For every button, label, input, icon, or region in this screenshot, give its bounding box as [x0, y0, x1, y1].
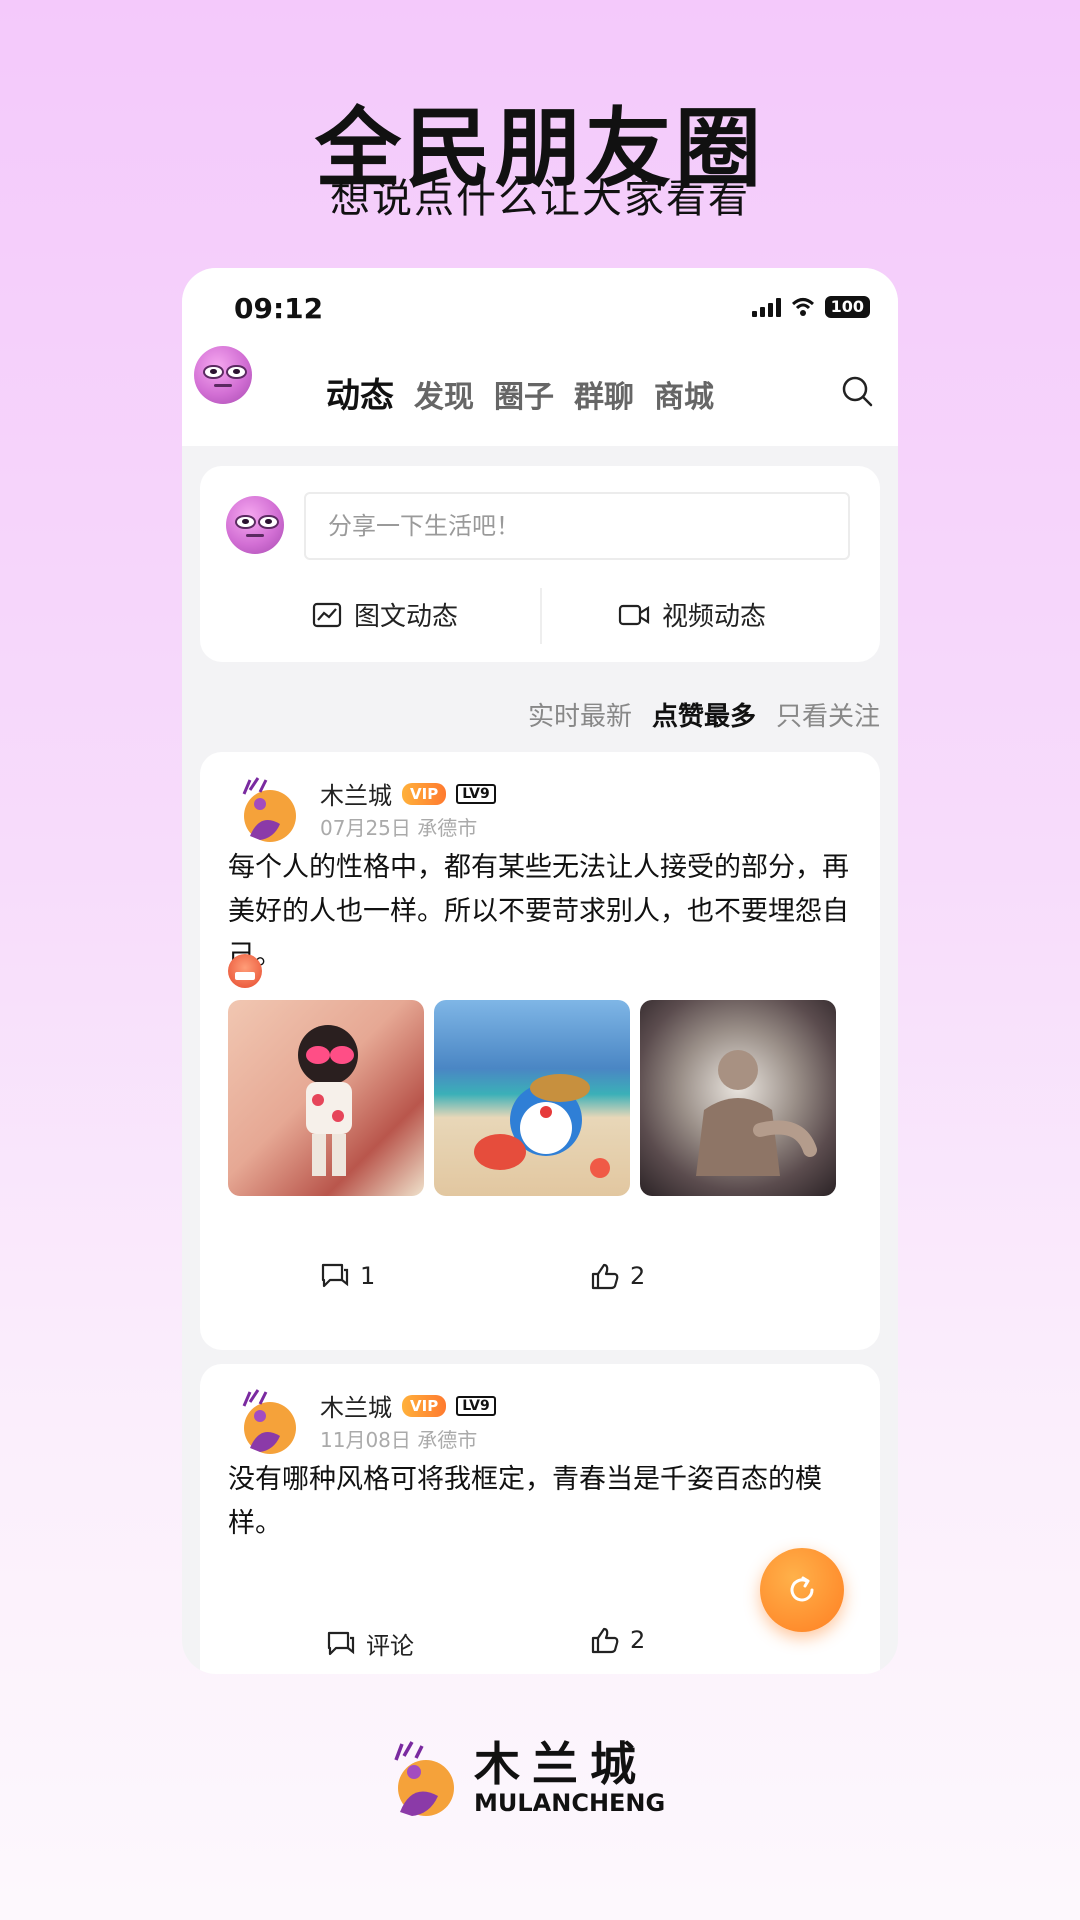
video-camera-icon	[618, 604, 650, 625]
tab-faxian[interactable]: 发现	[414, 372, 474, 416]
vip-badge: VIP	[402, 782, 447, 805]
filter-most-liked[interactable]: 点赞最多	[652, 696, 756, 733]
post-image-2[interactable]	[434, 1000, 630, 1196]
like-button[interactable]: 2	[590, 1626, 645, 1654]
tab-shangcheng[interactable]: 商城	[654, 372, 714, 416]
post-image-1[interactable]	[228, 1000, 424, 1196]
feed-filter: 实时最新 点赞最多 只看关注	[528, 696, 880, 733]
cartoon-boy-image	[298, 1025, 358, 1176]
refresh-button[interactable]	[760, 1548, 844, 1632]
post-date: 07月25日	[320, 816, 411, 840]
composer-avatar	[226, 496, 284, 554]
post-meta: 07月25日 承德市	[320, 812, 477, 841]
image-post-label: 图文动态	[354, 602, 459, 632]
brand-footer: 木兰城 MULANCHENG	[382, 1738, 665, 1818]
comment-label: 评论	[366, 1632, 414, 1660]
thumbs-up-icon	[591, 1263, 619, 1290]
post-image-3[interactable]	[640, 1000, 836, 1196]
post-author: 木兰城 VIP LV9	[320, 1388, 496, 1423]
angry-emoji-icon	[228, 954, 262, 988]
brand-name: 木兰城	[474, 1737, 648, 1791]
level-badge: LV9	[456, 1395, 496, 1416]
battery-indicator: 100	[824, 296, 870, 318]
refresh-icon	[790, 1576, 814, 1602]
like-count: 2	[630, 1626, 646, 1654]
image-icon	[312, 602, 342, 627]
user-avatar[interactable]	[194, 346, 252, 404]
tab-qunliao[interactable]: 群聊	[574, 372, 634, 416]
post-composer: 分享一下生活吧！ 图文动态 视频动态	[200, 466, 880, 662]
like-count: 2	[630, 1262, 646, 1290]
post-text: 每个人的性格中，都有某些无法让人接受的部分，再美好的人也一样。所以不要苛求别人，…	[228, 852, 849, 971]
level-badge: LV9	[456, 783, 496, 804]
author-avatar[interactable]	[230, 774, 300, 844]
wifi-icon	[791, 298, 814, 316]
status-time: 09:12	[234, 292, 324, 325]
vip-badge: VIP	[402, 1394, 447, 1417]
post-location: 承德市	[417, 816, 478, 840]
post-meta: 11月08日 承德市	[320, 1424, 477, 1453]
post-card: 木兰城 VIP LV9 11月08日 承德市 没有哪种风格可将我框定，青春当是千…	[200, 1364, 880, 1674]
doraemon-beach-image	[474, 1074, 610, 1178]
thumbs-up-icon	[591, 1627, 619, 1654]
comment-icon	[327, 1631, 355, 1655]
comment-button[interactable]: 1	[320, 1262, 375, 1290]
brand-logo	[394, 1741, 454, 1816]
like-button[interactable]: 2	[590, 1262, 645, 1290]
author-name[interactable]: 木兰城	[320, 1388, 392, 1423]
signal-icon	[751, 297, 781, 317]
video-post-button[interactable]: 视频动态	[618, 596, 766, 633]
filter-following[interactable]: 只看关注	[776, 696, 880, 733]
buddha-statue-image	[696, 1050, 817, 1176]
hero-subtitle: 想说点什么让大家看看	[330, 176, 750, 222]
video-post-label: 视频动态	[662, 602, 767, 632]
comment-button[interactable]: 评论	[326, 1626, 414, 1661]
composer-divider	[540, 588, 542, 644]
post-images	[228, 1000, 848, 1196]
comment-icon	[321, 1263, 349, 1288]
phone-screen: 09:12 100 动态 发现 圈子 群聊 商城 分享一下生活吧！ 图文动态 视…	[182, 268, 898, 1674]
top-nav-tabs: 动态 发现 圈子 群聊 商城	[326, 368, 714, 417]
post-author: 木兰城 VIP LV9	[320, 776, 496, 811]
app-header: 09:12 100 动态 发现 圈子 群聊 商城	[182, 268, 898, 446]
tab-quanzi[interactable]: 圈子	[494, 372, 554, 416]
author-name[interactable]: 木兰城	[320, 776, 392, 811]
post-text: 没有哪种风格可将我框定，青春当是千姿百态的模样。	[228, 1464, 822, 1539]
post-card: 木兰城 VIP LV9 07月25日 承德市 每个人的性格中，都有某些无法让人接…	[200, 752, 880, 1350]
image-post-button[interactable]: 图文动态	[312, 596, 458, 633]
comment-count: 1	[360, 1262, 376, 1290]
search-icon[interactable]	[840, 374, 874, 408]
author-avatar[interactable]	[230, 1386, 300, 1456]
status-indicators: 100	[751, 296, 870, 318]
post-date: 11月08日	[320, 1428, 411, 1452]
brand-name-en: MULANCHENG	[474, 1789, 666, 1817]
share-input[interactable]: 分享一下生活吧！	[304, 492, 850, 560]
post-location: 承德市	[417, 1428, 478, 1452]
filter-latest[interactable]: 实时最新	[528, 696, 632, 733]
tab-dongtai[interactable]: 动态	[326, 368, 394, 417]
